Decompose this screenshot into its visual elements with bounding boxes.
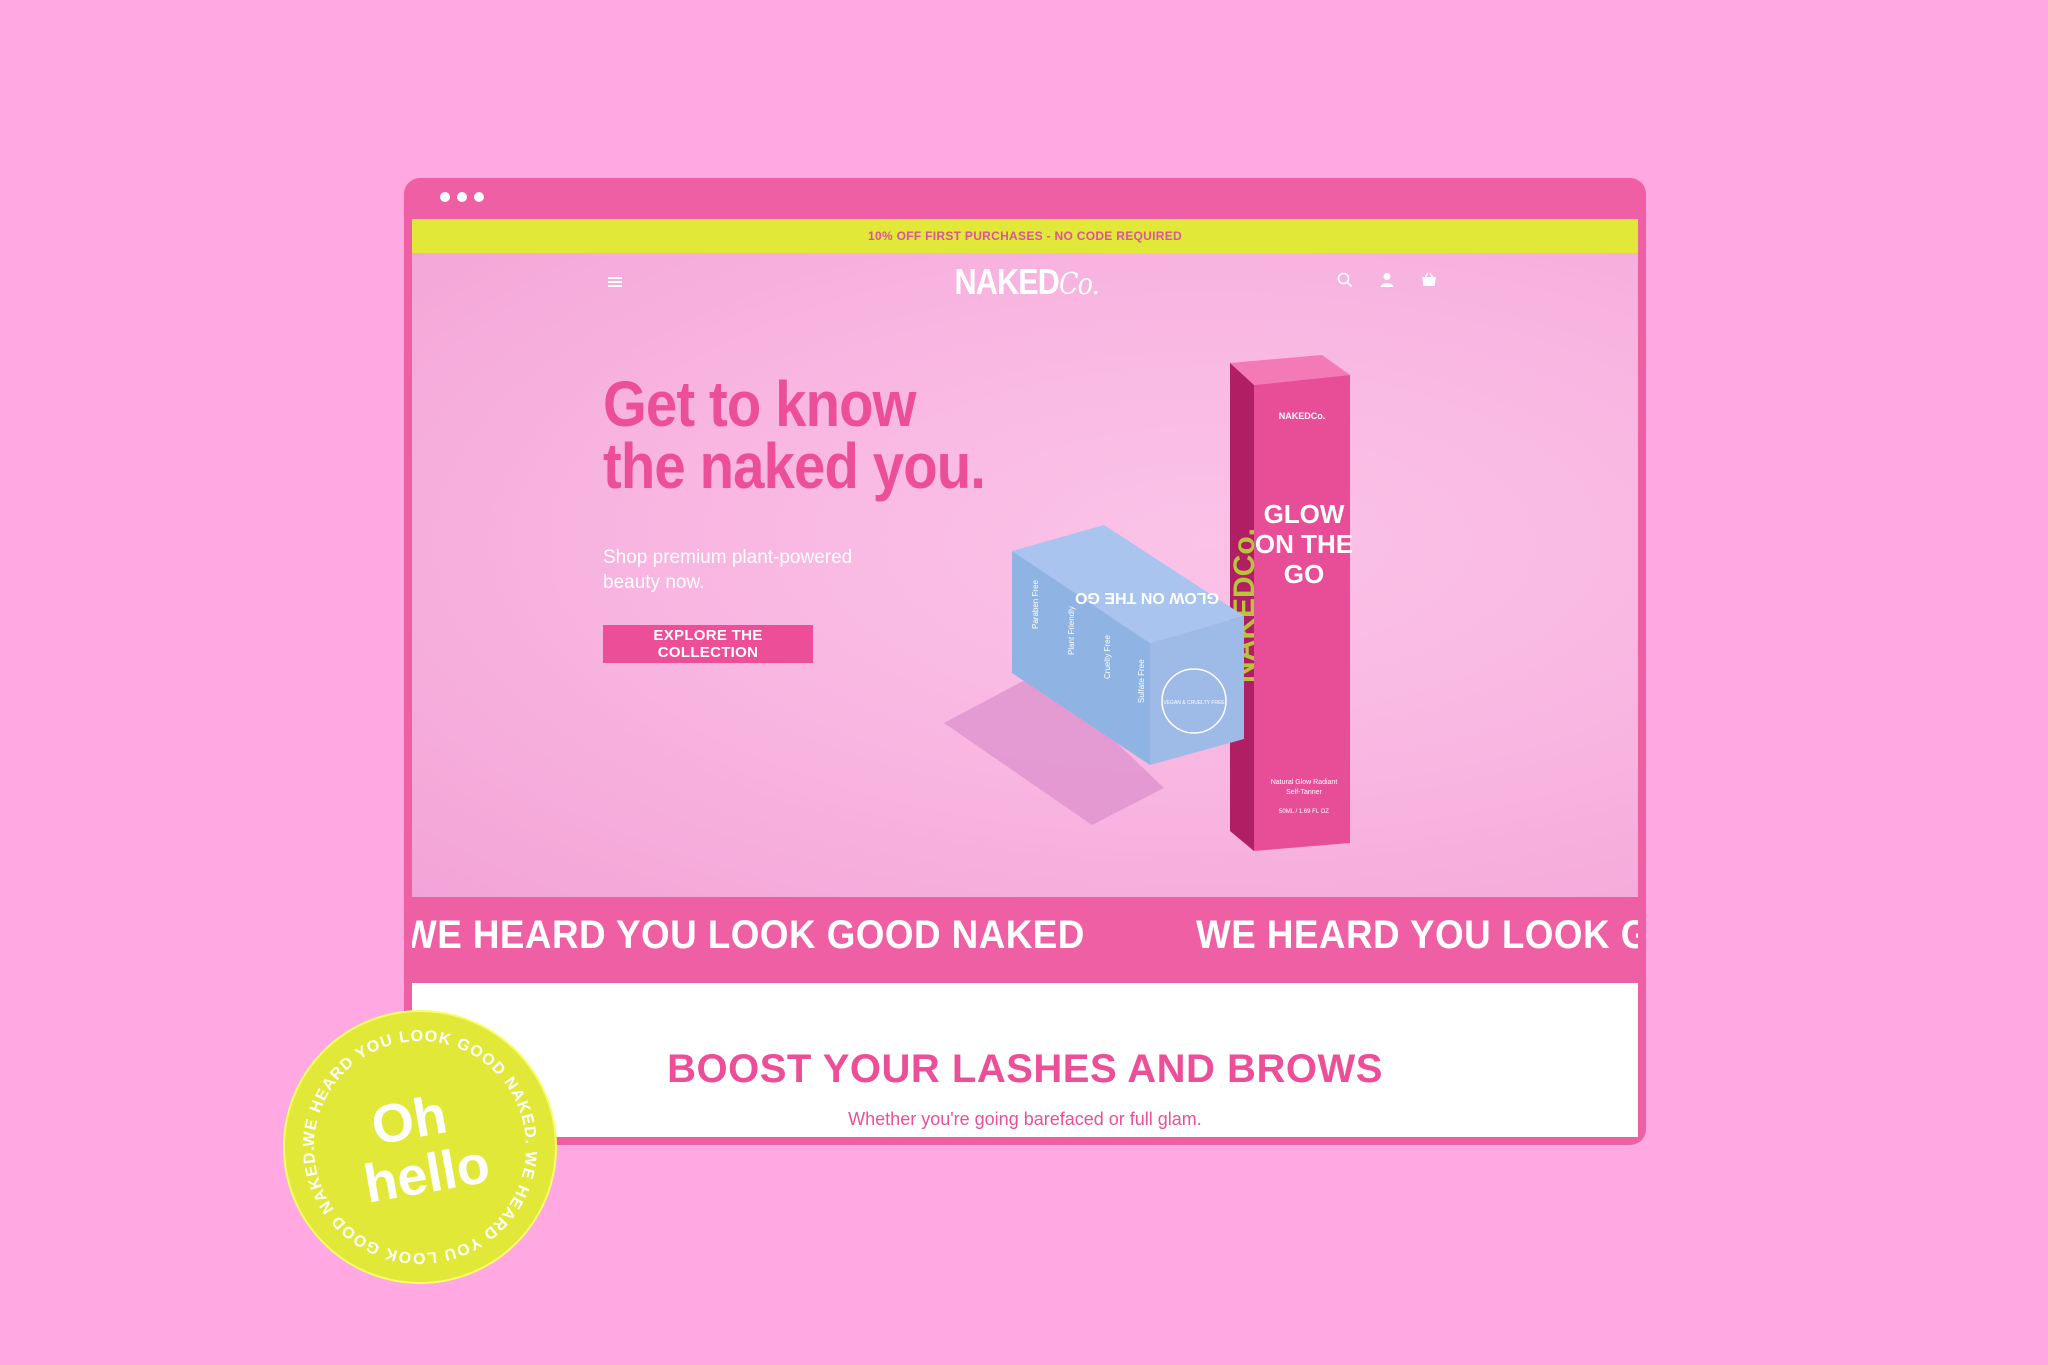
section-title: BOOST YOUR LASHES AND BROWS <box>667 1047 1383 1091</box>
announcement-bar: 10% OFF FIRST PURCHASES - NO CODE REQUIR… <box>412 219 1638 253</box>
header-icons <box>1336 271 1438 289</box>
hero-headline-line2: the naked you. <box>603 430 986 502</box>
account-icon[interactable] <box>1378 271 1396 289</box>
menu-icon[interactable] <box>608 275 622 289</box>
product-image: NAKEDCo. GLOW ON THE GO NAKEDCo. Natural… <box>944 355 1353 851</box>
logo-script: Co. <box>1059 267 1100 302</box>
box-desc-line1: Natural Glow Radiant <box>1271 779 1338 786</box>
search-icon[interactable] <box>1336 271 1354 289</box>
box-title-line1: GLOW <box>1264 499 1345 529</box>
box-brand: NAKEDCo. <box>1279 411 1326 421</box>
blue-box-seal: VEGAN & CRUELTY FREE <box>1163 700 1225 706</box>
marquee-banner: WE HEARD YOU LOOK GOOD NAKED WE HEARD YO… <box>412 897 1638 983</box>
site-logo[interactable]: NAKEDCo. <box>954 261 1099 303</box>
hero-subline: Shop premium plant-powered beauty now. <box>603 547 853 593</box>
blue-box-feature-2: Plant Friendly <box>1067 606 1076 655</box>
box-desc-line2: Self-Tanner <box>1286 789 1322 796</box>
box-volume: 50ML / 1.69 FL OZ <box>1279 809 1329 815</box>
oh-hello-badge: WE HEARD YOU LOOK GOOD NAKED. WE HEARD Y… <box>283 1010 557 1284</box>
cart-icon[interactable] <box>1420 271 1438 289</box>
blue-box-feature-3: Cruelty Free <box>1103 634 1112 679</box>
magenta-box: NAKEDCo. GLOW ON THE GO NAKEDCo. Natural… <box>1228 355 1353 851</box>
page-viewport: 10% OFF FIRST PURCHASES - NO CODE REQUIR… <box>412 219 1638 1137</box>
window-dot-maximize[interactable] <box>474 192 484 202</box>
box-title-line2: ON THE <box>1255 529 1353 559</box>
window-dot-close[interactable] <box>440 192 450 202</box>
marquee-track: WE HEARD YOU LOOK GOOD NAKED WE HEARD YO… <box>412 913 1638 958</box>
section-subtitle: Whether you're going barefaced or full g… <box>848 1109 1202 1129</box>
marquee-text: WE HEARD YOU LOOK GOOD NAKED <box>412 913 1085 957</box>
blue-box-feature-4: Sulfate Free <box>1137 659 1146 703</box>
announcement-text: 10% OFF FIRST PURCHASES - NO CODE REQUIR… <box>868 229 1182 243</box>
logo-main: NAKED <box>954 261 1060 302</box>
hero-section: NAKEDCo. Get to know the naked you. Shop… <box>412 253 1638 897</box>
lashes-brows-section: BOOST YOUR LASHES AND BROWS Whether you'… <box>412 983 1638 1137</box>
window-controls <box>440 192 484 202</box>
box-title-line3: GO <box>1284 559 1324 589</box>
explore-collection-button[interactable]: EXPLORE THE COLLECTION <box>603 625 813 663</box>
hero-headline: Get to know the naked you. <box>603 372 986 498</box>
blue-box-title: GLOW ON THE GO <box>1075 589 1219 606</box>
blue-box-feature-1: Paraben Free <box>1031 580 1040 629</box>
browser-window: 10% OFF FIRST PURCHASES - NO CODE REQUIR… <box>404 178 1646 1145</box>
marquee-text: WE HEARD YOU LOOK GOOD NAKED <box>1196 913 1638 957</box>
window-dot-minimize[interactable] <box>457 192 467 202</box>
